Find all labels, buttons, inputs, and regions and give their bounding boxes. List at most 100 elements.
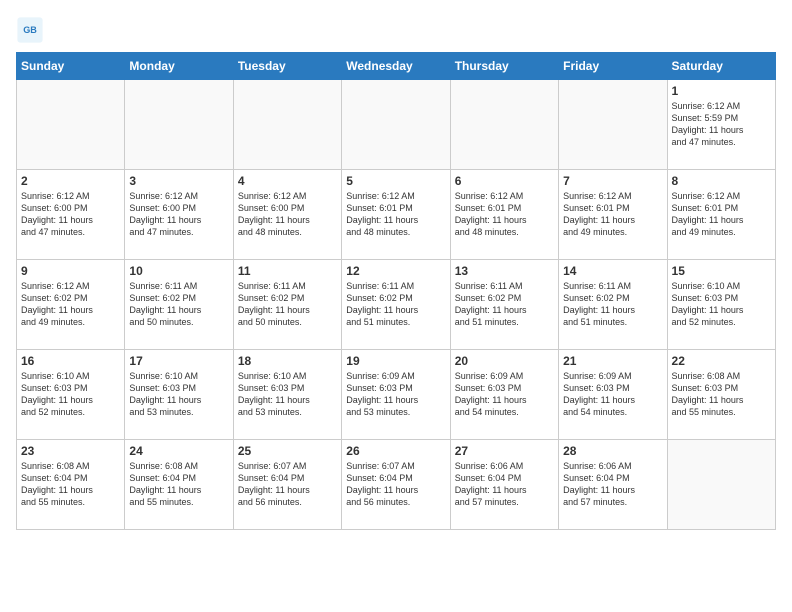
logo: GB — [16, 16, 48, 44]
calendar-cell: 18 Sunrise: 6:10 AM Sunset: 6:03 PM Dayli… — [233, 350, 341, 440]
calendar-cell: 24 Sunrise: 6:08 AM Sunset: 6:04 PM Dayli… — [125, 440, 233, 530]
day-info: Sunrise: 6:07 AM Sunset: 6:04 PM Dayligh… — [346, 460, 445, 509]
calendar-cell: 2 Sunrise: 6:12 AM Sunset: 6:00 PM Daylig… — [17, 170, 125, 260]
logo-icon: GB — [16, 16, 44, 44]
day-info: Sunrise: 6:12 AM Sunset: 5:59 PM Dayligh… — [672, 100, 771, 149]
day-number: 10 — [129, 264, 228, 278]
day-info: Sunrise: 6:10 AM Sunset: 6:03 PM Dayligh… — [238, 370, 337, 419]
day-info: Sunrise: 6:09 AM Sunset: 6:03 PM Dayligh… — [455, 370, 554, 419]
calendar-body: 1 Sunrise: 6:12 AM Sunset: 5:59 PM Daylig… — [17, 80, 776, 530]
calendar-cell: 25 Sunrise: 6:07 AM Sunset: 6:04 PM Dayli… — [233, 440, 341, 530]
calendar-cell — [342, 80, 450, 170]
day-info: Sunrise: 6:10 AM Sunset: 6:03 PM Dayligh… — [129, 370, 228, 419]
calendar-cell: 9 Sunrise: 6:12 AM Sunset: 6:02 PM Daylig… — [17, 260, 125, 350]
day-info: Sunrise: 6:10 AM Sunset: 6:03 PM Dayligh… — [672, 280, 771, 329]
day-number: 11 — [238, 264, 337, 278]
day-info: Sunrise: 6:12 AM Sunset: 6:00 PM Dayligh… — [21, 190, 120, 239]
weekday-header-tuesday: Tuesday — [233, 53, 341, 80]
day-number: 19 — [346, 354, 445, 368]
calendar-cell: 17 Sunrise: 6:10 AM Sunset: 6:03 PM Dayli… — [125, 350, 233, 440]
day-info: Sunrise: 6:08 AM Sunset: 6:04 PM Dayligh… — [21, 460, 120, 509]
day-info: Sunrise: 6:12 AM Sunset: 6:01 PM Dayligh… — [346, 190, 445, 239]
calendar-week-2: 9 Sunrise: 6:12 AM Sunset: 6:02 PM Daylig… — [17, 260, 776, 350]
day-info: Sunrise: 6:08 AM Sunset: 6:03 PM Dayligh… — [672, 370, 771, 419]
day-number: 4 — [238, 174, 337, 188]
day-number: 18 — [238, 354, 337, 368]
calendar-cell: 3 Sunrise: 6:12 AM Sunset: 6:00 PM Daylig… — [125, 170, 233, 260]
calendar-cell — [667, 440, 775, 530]
day-info: Sunrise: 6:09 AM Sunset: 6:03 PM Dayligh… — [346, 370, 445, 419]
weekday-header-monday: Monday — [125, 53, 233, 80]
day-number: 1 — [672, 84, 771, 98]
calendar-cell: 6Sunrise: 6:12 AM Sunset: 6:01 PM Daylig… — [450, 170, 558, 260]
calendar-cell — [233, 80, 341, 170]
day-number: 3 — [129, 174, 228, 188]
day-info: Sunrise: 6:11 AM Sunset: 6:02 PM Dayligh… — [238, 280, 337, 329]
calendar-cell: 5Sunrise: 6:12 AM Sunset: 6:01 PM Daylig… — [342, 170, 450, 260]
day-info: Sunrise: 6:11 AM Sunset: 6:02 PM Dayligh… — [455, 280, 554, 329]
day-number: 7 — [563, 174, 662, 188]
calendar-cell: 21 Sunrise: 6:09 AM Sunset: 6:03 PM Dayli… — [559, 350, 667, 440]
day-number: 20 — [455, 354, 554, 368]
day-number: 27 — [455, 444, 554, 458]
day-number: 21 — [563, 354, 662, 368]
calendar-cell: 22Sunrise: 6:08 AM Sunset: 6:03 PM Dayli… — [667, 350, 775, 440]
day-number: 17 — [129, 354, 228, 368]
calendar-cell — [17, 80, 125, 170]
calendar-cell: 14 Sunrise: 6:11 AM Sunset: 6:02 PM Dayli… — [559, 260, 667, 350]
day-number: 25 — [238, 444, 337, 458]
day-number: 9 — [21, 264, 120, 278]
day-info: Sunrise: 6:12 AM Sunset: 6:00 PM Dayligh… — [238, 190, 337, 239]
day-number: 8 — [672, 174, 771, 188]
weekday-header-wednesday: Wednesday — [342, 53, 450, 80]
weekday-header-sunday: Sunday — [17, 53, 125, 80]
day-info: Sunrise: 6:12 AM Sunset: 6:00 PM Dayligh… — [129, 190, 228, 239]
day-number: 26 — [346, 444, 445, 458]
calendar-cell: 10 Sunrise: 6:11 AM Sunset: 6:02 PM Dayli… — [125, 260, 233, 350]
calendar-cell: 12Sunrise: 6:11 AM Sunset: 6:02 PM Dayli… — [342, 260, 450, 350]
calendar-cell: 20 Sunrise: 6:09 AM Sunset: 6:03 PM Dayli… — [450, 350, 558, 440]
weekday-header-saturday: Saturday — [667, 53, 775, 80]
day-info: Sunrise: 6:07 AM Sunset: 6:04 PM Dayligh… — [238, 460, 337, 509]
day-number: 15 — [672, 264, 771, 278]
calendar-cell: 1 Sunrise: 6:12 AM Sunset: 5:59 PM Daylig… — [667, 80, 775, 170]
calendar-week-1: 2 Sunrise: 6:12 AM Sunset: 6:00 PM Daylig… — [17, 170, 776, 260]
day-number: 2 — [21, 174, 120, 188]
calendar-cell: 19 Sunrise: 6:09 AM Sunset: 6:03 PM Dayli… — [342, 350, 450, 440]
day-number: 24 — [129, 444, 228, 458]
calendar-cell: 8 Sunrise: 6:12 AM Sunset: 6:01 PM Daylig… — [667, 170, 775, 260]
day-info: Sunrise: 6:06 AM Sunset: 6:04 PM Dayligh… — [455, 460, 554, 509]
day-info: Sunrise: 6:12 AM Sunset: 6:01 PM Dayligh… — [672, 190, 771, 239]
calendar-cell — [125, 80, 233, 170]
day-info: Sunrise: 6:11 AM Sunset: 6:02 PM Dayligh… — [129, 280, 228, 329]
calendar-cell — [559, 80, 667, 170]
day-info: Sunrise: 6:11 AM Sunset: 6:02 PM Dayligh… — [563, 280, 662, 329]
day-info: Sunrise: 6:12 AM Sunset: 6:02 PM Dayligh… — [21, 280, 120, 329]
day-number: 13 — [455, 264, 554, 278]
calendar-cell: 7 Sunrise: 6:12 AM Sunset: 6:01 PM Daylig… — [559, 170, 667, 260]
svg-text:GB: GB — [23, 25, 37, 35]
day-number: 28 — [563, 444, 662, 458]
day-info: Sunrise: 6:12 AM Sunset: 6:01 PM Dayligh… — [563, 190, 662, 239]
day-info: Sunrise: 6:06 AM Sunset: 6:04 PM Dayligh… — [563, 460, 662, 509]
calendar-cell: 26 Sunrise: 6:07 AM Sunset: 6:04 PM Dayli… — [342, 440, 450, 530]
day-info: Sunrise: 6:09 AM Sunset: 6:03 PM Dayligh… — [563, 370, 662, 419]
day-number: 14 — [563, 264, 662, 278]
calendar-cell: 28 Sunrise: 6:06 AM Sunset: 6:04 PM Dayli… — [559, 440, 667, 530]
calendar-week-0: 1 Sunrise: 6:12 AM Sunset: 5:59 PM Daylig… — [17, 80, 776, 170]
day-info: Sunrise: 6:10 AM Sunset: 6:03 PM Dayligh… — [21, 370, 120, 419]
day-number: 16 — [21, 354, 120, 368]
calendar-cell — [450, 80, 558, 170]
calendar-cell: 11 Sunrise: 6:11 AM Sunset: 6:02 PM Dayli… — [233, 260, 341, 350]
calendar-week-4: 23 Sunrise: 6:08 AM Sunset: 6:04 PM Dayli… — [17, 440, 776, 530]
day-number: 23 — [21, 444, 120, 458]
calendar-cell: 4 Sunrise: 6:12 AM Sunset: 6:00 PM Daylig… — [233, 170, 341, 260]
day-number: 6 — [455, 174, 554, 188]
weekday-header-row: SundayMondayTuesdayWednesdayThursdayFrid… — [17, 53, 776, 80]
calendar-cell: 15 Sunrise: 6:10 AM Sunset: 6:03 PM Dayli… — [667, 260, 775, 350]
calendar-cell: 16 Sunrise: 6:10 AM Sunset: 6:03 PM Dayli… — [17, 350, 125, 440]
calendar-table: SundayMondayTuesdayWednesdayThursdayFrid… — [16, 52, 776, 530]
day-number: 12 — [346, 264, 445, 278]
day-info: Sunrise: 6:08 AM Sunset: 6:04 PM Dayligh… — [129, 460, 228, 509]
weekday-header-friday: Friday — [559, 53, 667, 80]
